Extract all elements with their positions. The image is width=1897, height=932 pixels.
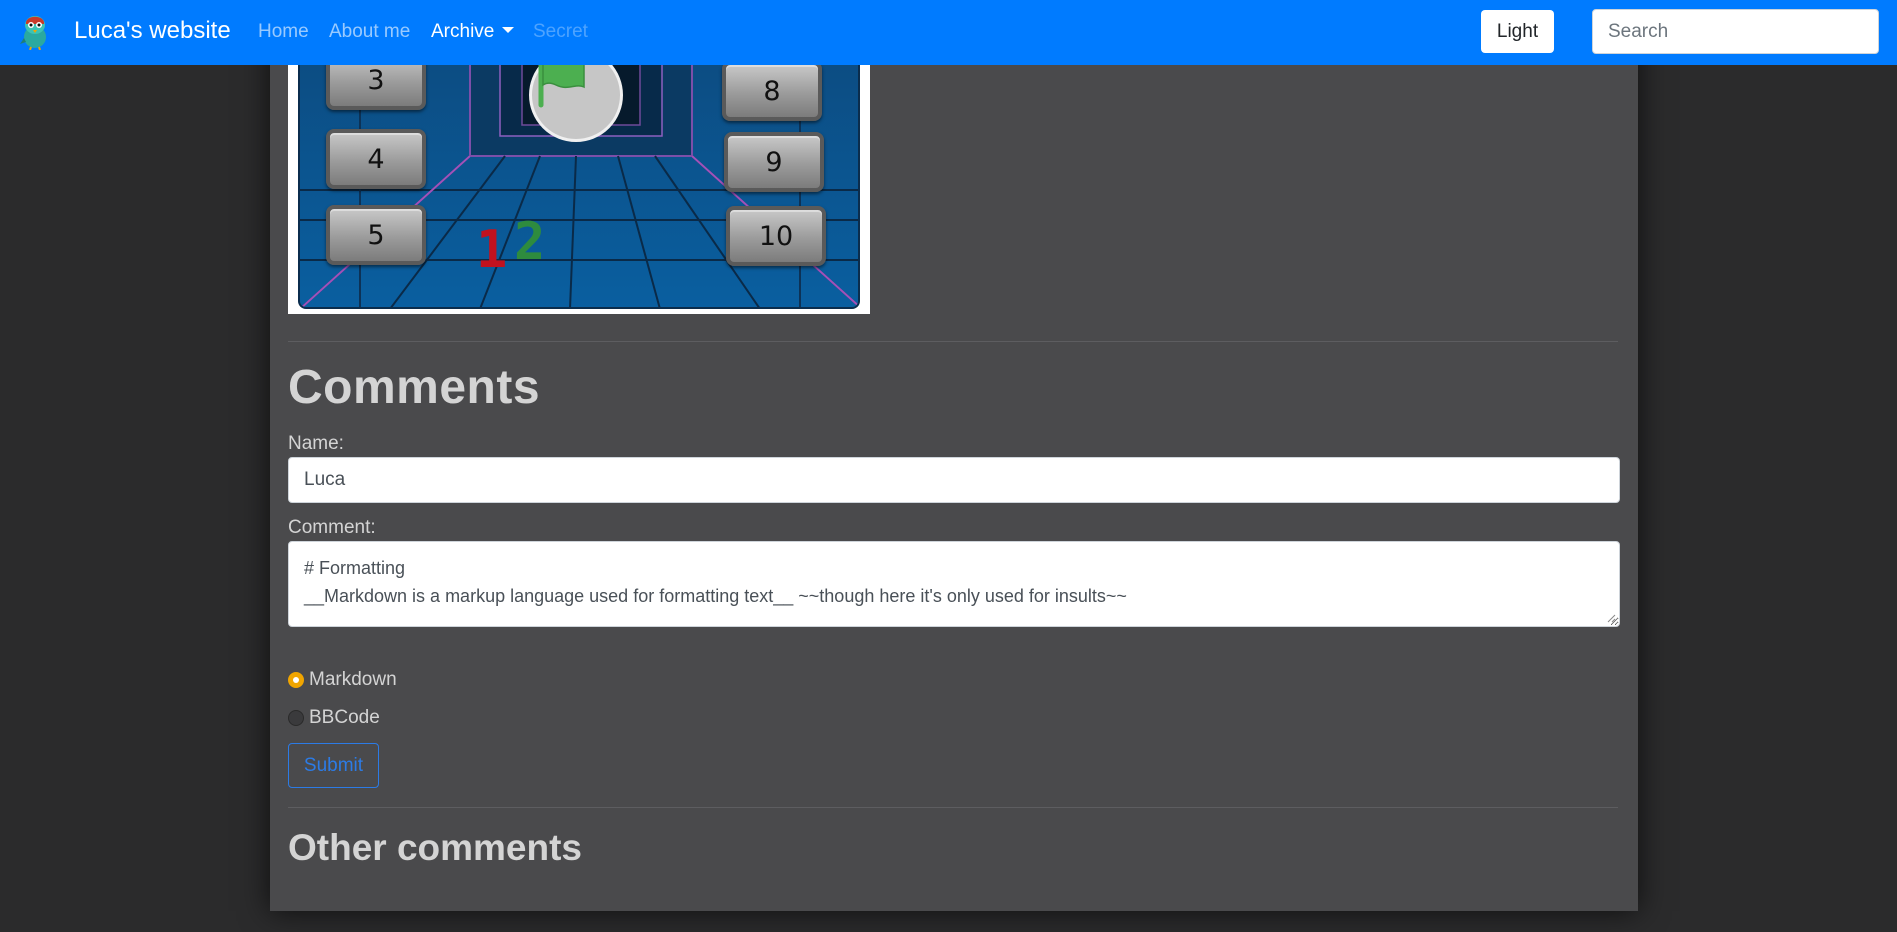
submit-button[interactable]: Submit <box>288 743 379 788</box>
number-button-4[interactable]: 4 <box>326 129 426 189</box>
brand-title[interactable]: Luca's website <box>74 17 231 45</box>
bird-mascot-icon[interactable] <box>18 12 52 50</box>
nav-archive-label: Archive <box>431 21 495 42</box>
resize-handle-icon[interactable] <box>1606 613 1616 623</box>
number-button-8[interactable]: 8 <box>722 61 822 121</box>
nav-home[interactable]: Home <box>258 21 309 43</box>
name-label: Name: <box>288 433 344 454</box>
bbcode-radio[interactable] <box>288 710 304 726</box>
comment-label: Comment: <box>288 517 376 538</box>
comment-line: __Markdown is a markup language used for… <box>304 586 1127 606</box>
search-input[interactable] <box>1592 9 1879 54</box>
comments-heading: Comments <box>288 361 541 414</box>
bbcode-option[interactable]: BBCode <box>288 707 380 729</box>
bbcode-label: BBCode <box>309 707 380 728</box>
nav-about-me[interactable]: About me <box>329 21 410 43</box>
nav-secret: Secret <box>533 21 588 42</box>
theme-toggle-button[interactable]: Light <box>1481 10 1554 53</box>
nav-archive[interactable]: Archive <box>431 21 515 43</box>
score-red: 1 <box>476 220 508 280</box>
divider <box>288 807 1618 808</box>
markdown-option[interactable]: Markdown <box>288 669 397 691</box>
name-input[interactable] <box>288 457 1620 503</box>
comment-textarea[interactable]: # Formatting __Markdown is a markup lang… <box>288 541 1620 627</box>
game-board: 3 4 5 8 9 10 1 2 <box>298 40 860 309</box>
game-image: 3 4 5 8 9 10 1 2 <box>288 40 870 314</box>
score-green: 2 <box>514 212 546 272</box>
markdown-radio[interactable] <box>288 672 304 688</box>
other-comments-heading: Other comments <box>288 827 583 868</box>
top-navbar: Luca's website Home About me Archive Sec… <box>0 0 1897 65</box>
markdown-label: Markdown <box>309 669 397 690</box>
chevron-down-icon <box>502 27 515 33</box>
number-button-10[interactable]: 10 <box>726 206 826 266</box>
divider <box>288 341 1618 342</box>
comment-line: # Formatting <box>304 558 406 578</box>
number-button-9[interactable]: 9 <box>724 132 824 192</box>
number-button-5[interactable]: 5 <box>326 205 426 265</box>
